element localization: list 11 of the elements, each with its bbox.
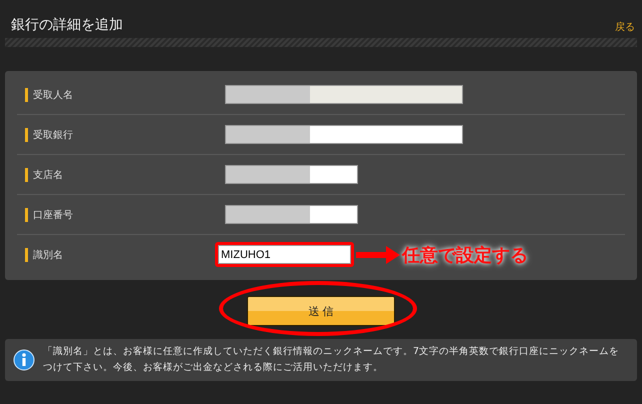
annotation-text: 任意で設定する xyxy=(402,244,528,266)
submit-button[interactable]: 送 信 xyxy=(247,296,395,326)
info-icon xyxy=(13,349,35,371)
field-label: 支店名 xyxy=(25,168,219,182)
back-link[interactable]: 戻る xyxy=(615,20,635,34)
page-title: 銀行の詳細を追加 xyxy=(11,16,123,34)
field-label: 受取銀行 xyxy=(25,128,219,142)
field-label: 口座番号 xyxy=(25,208,219,222)
field-label: 受取人名 xyxy=(25,88,219,102)
input-field[interactable]: MIZUHO1 xyxy=(218,245,351,264)
info-text: 「識別名」とは、お客様に任意に作成していただく銀行情報のニックネームです。7文字の半角英数で銀行口座にニックネームをつけて下さい。今後、お客様がご出金などされる際にご活用いただけます。 xyxy=(43,345,620,375)
